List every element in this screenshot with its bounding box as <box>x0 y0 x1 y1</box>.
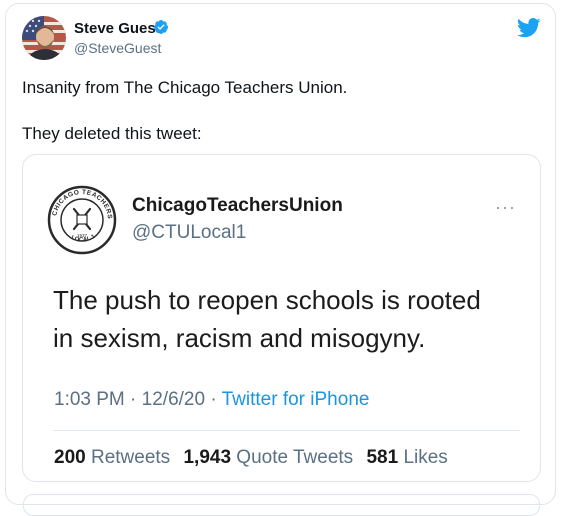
likes-label: Likes <box>403 447 448 468</box>
quote-tweets-count: 1,943 <box>183 447 232 468</box>
tweet-card[interactable]: Steve Guest @SteveGuest Insanity from Th… <box>5 3 556 516</box>
svg-text:1937: 1937 <box>77 233 88 238</box>
quoted-text-line-2: in sexism, racism and misogyny. <box>53 323 426 353</box>
quoted-author-name[interactable]: ChicagoTeachersUnion <box>132 195 343 217</box>
more-options-icon[interactable]: ··· <box>495 197 516 218</box>
quoted-stats: 200 Retweets 1,943 Quote Tweets 581 Like… <box>54 447 448 469</box>
avatar[interactable] <box>22 16 66 60</box>
verified-badge-icon <box>153 20 168 34</box>
quoted-date[interactable]: 12/6/20 <box>142 389 205 410</box>
likes-count: 581 <box>366 447 399 468</box>
quote-tweets-stat[interactable]: 1,943 Quote Tweets <box>183 447 353 468</box>
quoted-meta: 1:03 PM · 12/6/20 · Twitter for iPhone <box>54 389 369 411</box>
tweet-text-line-1: Insanity from The Chicago Teachers Union… <box>22 78 348 97</box>
meta-separator: · <box>205 389 222 410</box>
retweets-count: 200 <box>54 447 86 468</box>
quoted-text-line-1: The push to reopen schools is rooted <box>53 285 481 315</box>
quote-tweets-label: Quote Tweets <box>236 447 354 468</box>
next-card-edge <box>23 494 540 516</box>
tweet-text-line-2: They deleted this tweet: <box>22 124 202 143</box>
likes-stat[interactable]: 581 Likes <box>366 447 447 468</box>
retweets-stat[interactable]: 200 Retweets <box>54 447 170 468</box>
twitter-bird-icon[interactable] <box>517 18 541 38</box>
meta-separator: · <box>124 389 142 410</box>
divider <box>53 430 520 431</box>
author-name[interactable]: Steve Guest <box>74 20 161 37</box>
quoted-time[interactable]: 1:03 PM <box>54 389 125 410</box>
ctu-logo-icon: CHICAGO TEACHERS UNION LOCAL 1 1937 <box>47 185 117 255</box>
quoted-source-link[interactable]: Twitter for iPhone <box>222 389 370 410</box>
retweets-label: Retweets <box>90 447 171 468</box>
quoted-author-handle[interactable]: @CTULocal1 <box>132 222 246 244</box>
quoted-tweet[interactable]: CHICAGO TEACHERS UNION LOCAL 1 1937 Chic… <box>22 154 541 482</box>
author-handle[interactable]: @SteveGuest <box>74 40 161 56</box>
avatar-image <box>22 16 66 60</box>
